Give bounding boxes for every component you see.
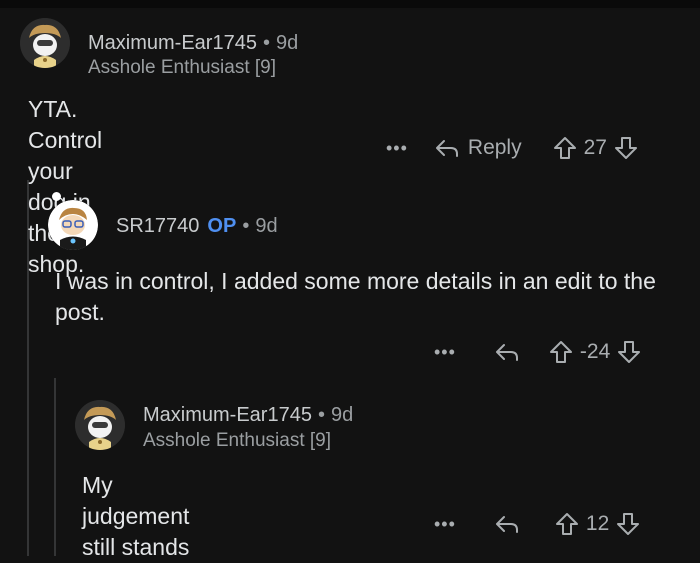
- downvote-arrow-icon: [616, 339, 642, 365]
- top-edge: [0, 0, 700, 8]
- avatar-image: [48, 200, 98, 250]
- separator: •: [317, 404, 325, 426]
- comment-header: SR17740 OP • 9d: [116, 215, 278, 238]
- comment-body: My judgement still stands: [82, 472, 190, 560]
- upvote-button[interactable]: [554, 511, 580, 537]
- username[interactable]: Maximum-Ear1745: [88, 32, 257, 54]
- avatar-image: [20, 18, 70, 68]
- avatar[interactable]: [48, 200, 98, 250]
- upvote-button[interactable]: [552, 135, 578, 161]
- upvote-arrow-icon: [554, 511, 580, 537]
- upvote-arrow-icon: [552, 135, 578, 161]
- upvote-button[interactable]: [548, 339, 574, 365]
- downvote-button[interactable]: [615, 511, 641, 537]
- comment-actions: ••• Reply 27: [386, 131, 639, 165]
- comment-body: I was in control, I added some more deta…: [55, 268, 656, 325]
- reply-arrow-icon: [434, 137, 460, 159]
- reply-arrow-icon: [494, 341, 520, 363]
- avatar[interactable]: [75, 400, 125, 450]
- comment-body: YTA. Control your dog in the shop.: [28, 96, 103, 277]
- more-options-button[interactable]: •••: [434, 342, 456, 363]
- timestamp: 9d: [330, 404, 354, 426]
- reply-arrow-icon: [494, 513, 520, 535]
- upvote-arrow-icon: [548, 339, 574, 365]
- vote-count: -24: [579, 340, 611, 363]
- timestamp: 9d: [275, 32, 299, 54]
- reply-label: Reply: [467, 136, 522, 159]
- reply-button[interactable]: [494, 513, 520, 535]
- avatar[interactable]: [20, 18, 70, 68]
- thread-line-level2[interactable]: [54, 378, 56, 556]
- comment-actions: ••• 12: [434, 507, 641, 541]
- vote-count: 27: [583, 136, 607, 159]
- online-indicator: [52, 192, 61, 201]
- reply-button[interactable]: [494, 341, 520, 363]
- comment-header: Maximum-Ear1745 • 9d: [88, 32, 298, 55]
- avatar-image: [75, 400, 125, 450]
- separator: •: [242, 215, 250, 237]
- vote-count: 12: [585, 512, 610, 535]
- reply-button[interactable]: Reply: [434, 136, 522, 160]
- more-options-button[interactable]: •••: [434, 514, 456, 535]
- user-flair: Asshole Enthusiast [9]: [88, 57, 276, 78]
- separator: •: [262, 32, 270, 54]
- downvote-button[interactable]: [616, 339, 642, 365]
- username[interactable]: Maximum-Ear1745: [143, 404, 312, 426]
- more-options-button[interactable]: •••: [386, 138, 408, 159]
- comment-actions: ••• -24: [434, 335, 642, 369]
- comment-header: Maximum-Ear1745 • 9d: [143, 404, 353, 427]
- username[interactable]: SR17740: [116, 215, 199, 237]
- timestamp: 9d: [255, 215, 278, 237]
- downvote-button[interactable]: [613, 135, 639, 161]
- downvote-arrow-icon: [615, 511, 641, 537]
- user-flair: Asshole Enthusiast [9]: [143, 430, 331, 451]
- downvote-arrow-icon: [613, 135, 639, 161]
- op-badge: OP: [207, 215, 237, 237]
